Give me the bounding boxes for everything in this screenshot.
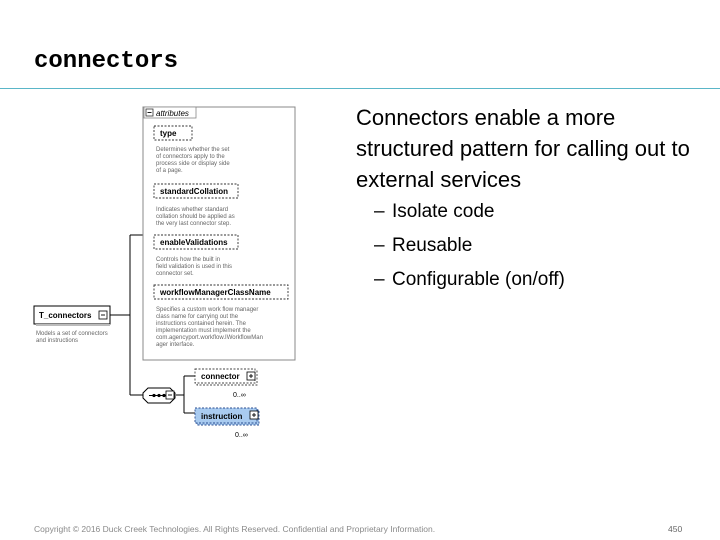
cardinality-label: 0..∞	[233, 392, 246, 399]
attribute-desc-line: instructions contained herein. The	[156, 321, 247, 327]
attribute-desc-line: implementation must implement the	[156, 328, 251, 334]
sub-bullet-reusable: – Reusable	[374, 234, 706, 258]
attribute-desc-line: of connectors apply to the	[156, 154, 225, 160]
attribute-name: workflowManagerClassName	[159, 288, 271, 297]
main-bullet: Connectors enable a more structured patt…	[356, 105, 690, 192]
root-element-t-connectors[interactable]: T_connectors	[33, 305, 111, 326]
sub-bullet-isolate-code: – Isolate code	[374, 200, 706, 224]
attribute-desc-line: Indicates whether standard	[156, 207, 228, 213]
page-number: 450	[668, 524, 683, 534]
attribute-item-enablevalidations[interactable]: enableValidations	[153, 234, 239, 250]
attribute-desc-line: com.agencyport.workflow.IWorkflowMan	[156, 335, 263, 341]
child-element-instruction[interactable]: instruction 0..∞	[194, 407, 260, 439]
attribute-desc-line: Specifies a custom work flow manager	[156, 307, 258, 313]
attribute-name: enableValidations	[160, 238, 228, 247]
attribute-item-standardcollation[interactable]: standardCollation	[153, 183, 239, 199]
attribute-desc-line: class name for carrying out the	[156, 314, 239, 320]
attributes-group-label: attributes	[156, 109, 189, 118]
sub-bullet-text: Isolate code	[392, 201, 495, 222]
attribute-desc-line: the very last connector step.	[156, 221, 231, 227]
root-desc-line: Models a set of connectors	[36, 331, 108, 337]
sub-bullet-text: Reusable	[392, 235, 473, 256]
cardinality-label: 0..∞	[235, 432, 248, 439]
attribute-item-workflowmanagerclassname[interactable]: workflowManagerClassName	[153, 284, 289, 300]
dash-glyph: –	[374, 269, 385, 290]
root-desc-line: and instructions	[36, 338, 78, 344]
child-element-label: connector	[201, 372, 240, 381]
sub-bullet-text: Configurable (on/off)	[392, 269, 565, 290]
sequence-compositor-icon[interactable]	[142, 387, 176, 404]
attribute-desc-line: collation should be applied as	[156, 214, 235, 220]
bullet-list: Connectors enable a more structured patt…	[356, 102, 706, 302]
attribute-item-type[interactable]: type	[153, 125, 193, 141]
dash-glyph: –	[374, 235, 385, 256]
attribute-desc-line: Determines whether the set	[156, 147, 230, 153]
attribute-desc-line: connector set.	[156, 271, 194, 277]
attribute-desc-line: ager interface.	[156, 342, 195, 348]
dash-glyph: –	[374, 201, 385, 222]
attribute-desc-line: of a page.	[156, 168, 183, 174]
footer-copyright: Copyright © 2016 Duck Creek Technologies…	[34, 524, 436, 534]
root-element-label: T_connectors	[39, 311, 92, 320]
attribute-name: type	[160, 129, 177, 138]
attribute-name: standardCollation	[160, 187, 228, 196]
sub-bullet-configurable: – Configurable (on/off)	[374, 268, 706, 292]
attribute-desc-line: Controls how the built in	[156, 257, 220, 263]
child-element-label: instruction	[201, 412, 242, 421]
attribute-desc-line: field validation is used in this	[156, 264, 232, 270]
attribute-desc-line: process side or display side	[156, 161, 230, 167]
child-element-connector[interactable]: connector 0..∞	[194, 368, 258, 399]
